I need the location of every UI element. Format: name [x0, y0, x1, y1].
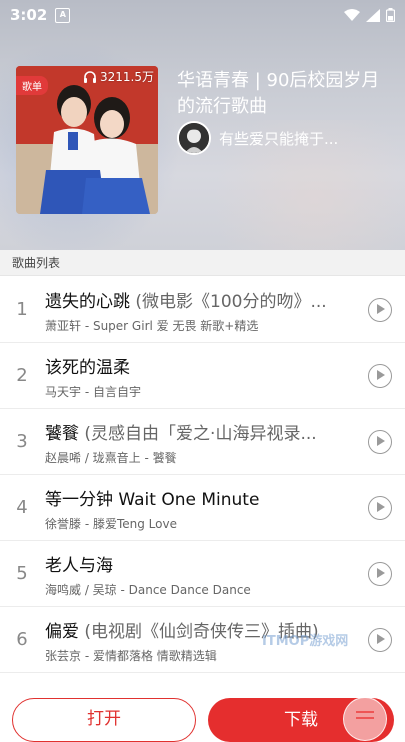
playlist-cover[interactable]: 歌单 3211.5万	[16, 66, 158, 214]
play-icon[interactable]	[368, 364, 392, 388]
song-title: 该死的温柔	[45, 353, 353, 378]
menu-icon[interactable]	[343, 697, 387, 741]
song-meta: 赵晨唏 / 珑熹音上 - 饕餮	[45, 451, 177, 465]
play-icon[interactable]	[368, 562, 392, 586]
list-item[interactable]: 5 老人与海 海鸣威 / 吴琼 - Dance Dance Dance	[0, 541, 405, 607]
list-item[interactable]: 4 等一分钟 Wait One Minute 徐誉滕 - 滕爱Teng Love	[0, 475, 405, 541]
song-title-main: 等一分钟 Wait One Minute	[45, 490, 260, 510]
play-icon[interactable]	[368, 496, 392, 520]
song-meta: 张芸京 - 爱情都落格 情歌精选辑	[45, 649, 217, 663]
song-title: 等一分钟 Wait One Minute	[45, 485, 353, 510]
list-item[interactable]: 2 该死的温柔 马天宇 - 自言自宇	[0, 343, 405, 409]
status-bar: 3:02 A	[0, 0, 405, 30]
song-meta: 海鸣威 / 吴琼 - Dance Dance Dance	[45, 583, 251, 597]
playlist-title: 华语青春 | 90后校园岁月的流行歌曲	[177, 70, 380, 117]
song-title-main: 该死的温柔	[45, 358, 130, 378]
song-title-sub: (微电影《100分的吻》...	[130, 292, 327, 312]
play-count-value: 3211.5万	[100, 70, 154, 84]
creator-info[interactable]: 有些爱只能掩于...	[177, 121, 338, 155]
list-item[interactable]: 3 饕餮 (灵感自由「爱之·山海异视录... 赵晨唏 / 珑熹音上 - 饕餮	[0, 409, 405, 475]
watermark: ITMOP游戏网	[262, 634, 349, 649]
song-index: 1	[16, 299, 28, 320]
song-meta: 徐誉滕 - 滕爱Teng Love	[45, 517, 177, 531]
signal-icon	[366, 8, 380, 22]
song-title-sub: (灵感自由「爱之·山海异视录...	[79, 424, 317, 444]
creator-name[interactable]: 有些爱只能掩于...	[219, 128, 338, 149]
wifi-icon	[344, 8, 360, 21]
avatar-image	[179, 123, 209, 153]
song-title: 遗失的心跳 (微电影《100分的吻》...	[45, 287, 353, 312]
list-item[interactable]: 1 遗失的心跳 (微电影《100分的吻》... 萧亚轩 - Super Girl…	[0, 277, 405, 343]
open-button[interactable]: 打开	[12, 698, 196, 742]
song-list-header: 歌曲列表	[0, 250, 405, 276]
song-index: 6	[16, 629, 28, 650]
song-title: 老人与海	[45, 551, 353, 576]
song-list: 1 遗失的心跳 (微电影《100分的吻》... 萧亚轩 - Super Girl…	[0, 277, 405, 673]
song-title-main: 遗失的心跳	[45, 292, 130, 312]
notification-icon: A	[55, 7, 71, 23]
playlist-badge: 歌单	[16, 76, 48, 95]
play-count: 3211.5万	[83, 68, 154, 85]
song-title-main: 老人与海	[45, 556, 113, 576]
playlist-header: 3:02 A 歌单 3211.5万 华语青春 | 90后校园岁月的流行歌曲 有些…	[0, 0, 405, 250]
battery-icon	[386, 8, 395, 22]
headphones-icon	[84, 71, 96, 83]
creator-avatar[interactable]	[177, 121, 211, 155]
song-title-main: 饕餮	[45, 424, 79, 444]
song-index: 3	[16, 431, 28, 452]
song-meta: 马天宇 - 自言自宇	[45, 385, 141, 399]
status-time: 3:02	[10, 6, 48, 24]
song-title: 饕餮 (灵感自由「爱之·山海异视录...	[45, 419, 353, 444]
song-index: 5	[16, 563, 28, 584]
song-index: 2	[16, 365, 28, 386]
song-meta: 萧亚轩 - Super Girl 爱 无畏 新歌+精选	[45, 319, 259, 333]
play-icon[interactable]	[368, 298, 392, 322]
play-icon[interactable]	[368, 430, 392, 454]
play-icon[interactable]	[368, 628, 392, 652]
song-title-main: 偏爱	[45, 622, 79, 642]
song-index: 4	[16, 497, 28, 518]
